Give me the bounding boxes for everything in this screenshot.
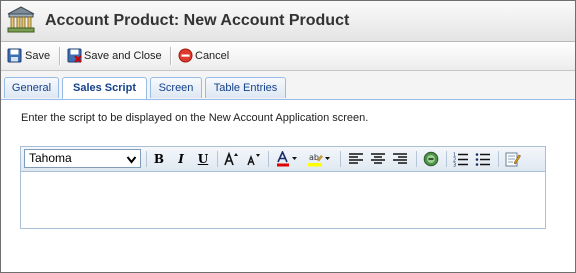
align-center-icon[interactable] (370, 151, 386, 167)
floppy-disk-icon (7, 48, 22, 63)
cancel-icon (178, 48, 193, 63)
editor-divider (146, 151, 147, 167)
font-family-select[interactable]: Tahoma (24, 149, 141, 168)
save-and-close-label: Save and Close (84, 50, 162, 62)
editor-divider (416, 151, 417, 167)
toolbar-divider (59, 47, 61, 65)
insert-link-icon[interactable] (423, 151, 439, 167)
highlight-color-icon[interactable]: ab (307, 151, 333, 167)
account-product-window: Account Product: New Account Product Sav… (0, 0, 576, 273)
bank-building-icon (6, 5, 36, 35)
save-label: Save (25, 50, 51, 62)
align-left-icon[interactable] (348, 151, 364, 167)
editor-text-area[interactable] (21, 172, 545, 228)
source-edit-icon[interactable] (505, 151, 521, 167)
ordered-list-icon[interactable]: 1 2 3 (453, 151, 469, 167)
editor-divider (446, 151, 447, 167)
tab-table-entries[interactable]: Table Entries (205, 77, 286, 98)
editor-divider (340, 151, 341, 167)
editor-toolbar: Tahoma B I U ab 1 2 3 (21, 147, 545, 172)
editor-divider (498, 151, 499, 167)
editor-divider (268, 151, 269, 167)
action-toolbar: Save Save and Close Cancel (1, 42, 575, 71)
tab-general[interactable]: General (4, 77, 59, 98)
unordered-list-icon[interactable] (475, 151, 491, 167)
chevron-down-icon (126, 153, 137, 164)
font-color-icon[interactable] (276, 151, 300, 167)
sales-script-panel: Enter the script to be displayed on the … (1, 100, 575, 272)
svg-text:3: 3 (453, 163, 456, 168)
tab-sales-script[interactable]: Sales Script (62, 77, 147, 99)
instruction-text: Enter the script to be displayed on the … (21, 112, 369, 124)
save-close-icon (67, 48, 82, 63)
cancel-button[interactable]: Cancel (178, 47, 234, 65)
title-bar: Account Product: New Account Product (1, 1, 575, 42)
italic-icon[interactable]: I (173, 151, 189, 167)
toolbar-divider (170, 47, 172, 65)
svg-text:ab: ab (309, 153, 319, 162)
font-family-value: Tahoma (29, 151, 72, 165)
window-title: Account Product: New Account Product (45, 12, 350, 29)
align-right-icon[interactable] (392, 151, 408, 167)
grow-font-icon[interactable] (223, 151, 239, 167)
cancel-label: Cancel (195, 50, 230, 62)
bold-icon[interactable]: B (151, 151, 167, 167)
editor-divider (217, 151, 218, 167)
save-button[interactable]: Save (7, 47, 51, 65)
save-and-close-button[interactable]: Save and Close (67, 47, 163, 65)
shrink-font-icon[interactable] (245, 151, 261, 167)
tab-strip: General Sales Script Screen Table Entrie… (1, 71, 575, 100)
tab-screen[interactable]: Screen (150, 77, 202, 98)
rich-text-editor: Tahoma B I U ab 1 2 3 (20, 146, 546, 229)
underline-icon[interactable]: U (195, 151, 211, 167)
